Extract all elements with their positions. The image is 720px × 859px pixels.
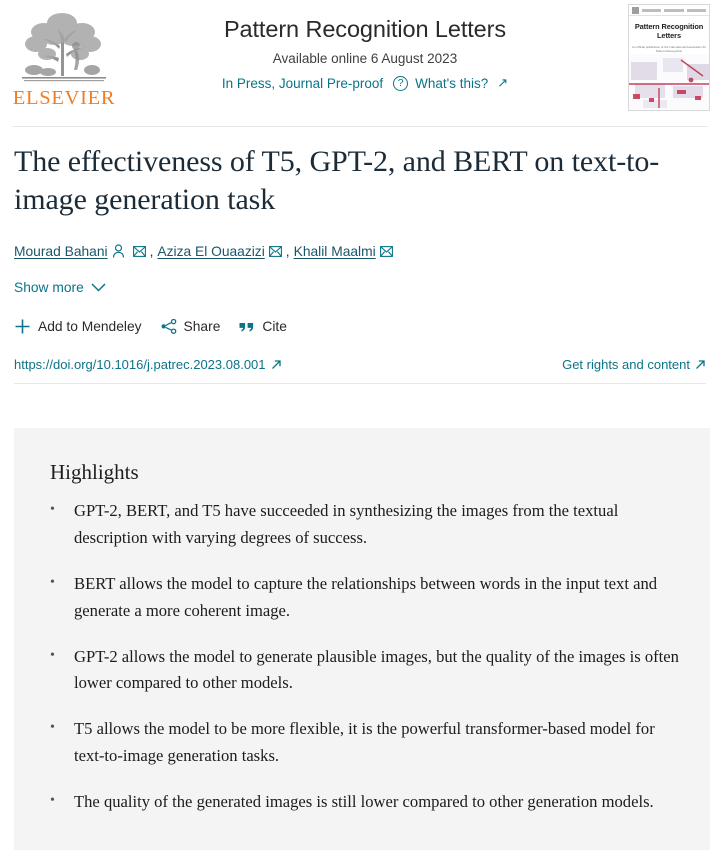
highlights-heading: Highlights [50, 460, 139, 484]
highlight-text: GPT-2, BERT, and T5 have succeeded in sy… [74, 501, 619, 547]
journal-title: Pattern Recognition Letters [223, 16, 507, 42]
cover-title-line-2: Letters [657, 30, 681, 40]
chevron-down-icon [91, 280, 106, 295]
share-button[interactable]: Share [161, 318, 221, 334]
masthead-divider [12, 126, 708, 127]
cover-rule-1 [642, 8, 662, 12]
author-separator-1: , [285, 243, 290, 259]
author-email-icon-2[interactable] [379, 245, 393, 257]
cover-artwork-image [629, 54, 709, 110]
add-to-mendeley-button[interactable]: Add to Mendeley [14, 318, 142, 335]
highlight-text: BERT allows the model to capture the rel… [74, 573, 658, 620]
author-link-0[interactable]: Mourad Bahani [14, 242, 108, 261]
cover-artwork [629, 54, 709, 110]
author-email-icon-1[interactable] [268, 245, 282, 257]
external-link-icon [696, 360, 705, 369]
cover-logo-square [632, 6, 639, 14]
highlight-text: GPT-2 allows the model to generate plaus… [74, 646, 679, 693]
cover-subtitle: An official publication of the Internati… [631, 45, 707, 54]
bullet-icon: • [50, 720, 55, 736]
journal-info: Pattern Recognition Letters Available on… [130, 16, 600, 91]
highlight-text: T5 allows the model to be more flexible,… [74, 719, 655, 766]
author-profile-icon[interactable] [112, 244, 125, 258]
cover-rule-3 [686, 8, 706, 12]
envelope-icon [268, 245, 282, 257]
available-online-date: Available online 6 August 2023 [272, 51, 458, 67]
bullet-icon: • [50, 574, 55, 590]
share-label: Share [183, 318, 221, 334]
cover-rule-2 [664, 8, 684, 12]
elsevier-logo[interactable]: ELSEVIER [10, 4, 118, 108]
bullet-icon: • [50, 502, 55, 517]
article-header: The effectiveness of T5, GPT-2, and BERT… [0, 143, 720, 384]
quote-icon [239, 322, 254, 332]
external-link-icon: ↗ [497, 75, 509, 91]
highlights-list: • GPT-2, BERT, and T5 have succeeded in … [50, 498, 686, 816]
envelope-icon [132, 245, 146, 257]
journal-cover-thumbnail[interactable]: Pattern Recognition Letters An official … [628, 4, 710, 111]
bullet-icon: • [50, 793, 55, 808]
list-item: • GPT-2 allows the model to generate pla… [50, 644, 686, 698]
author-link-1[interactable]: Aziza El Ouaazizi [157, 242, 264, 261]
doi-and-rights-row: https://doi.org/10.1016/j.patrec.2023.08… [14, 357, 706, 372]
press-status-label[interactable]: In Press, Journal Pre-proof [222, 76, 383, 91]
list-item: • BERT allows the model to capture the r… [50, 571, 686, 625]
person-icon [112, 244, 124, 258]
add-to-mendeley-label: Add to Mendeley [38, 318, 142, 334]
author-separator-0: , [149, 243, 154, 259]
bullet-icon: • [50, 647, 55, 663]
author-email-icon-0[interactable] [132, 245, 146, 257]
list-item: • GPT-2, BERT, and T5 have succeeded in … [50, 498, 686, 552]
doi-text: https://doi.org/10.1016/j.patrec.2023.08… [14, 356, 266, 372]
journal-masthead: ELSEVIER Pattern Recognition Letters Ava… [0, 0, 720, 126]
list-item: • The quality of the generated images is… [50, 789, 686, 816]
elsevier-tree-icon [22, 12, 106, 81]
article-header-divider [14, 382, 706, 384]
chevron-down-glyph [91, 283, 106, 292]
cover-header-strip [629, 5, 709, 16]
external-link-icon [271, 360, 281, 369]
list-item: • T5 allows the model to be more flexibl… [50, 716, 686, 770]
share-icon [161, 318, 176, 334]
cite-button[interactable]: Cite [239, 319, 287, 334]
author-list: Mourad Bahani , Aziza El Ouaazizi , Khal… [14, 242, 706, 261]
doi-link[interactable]: https://doi.org/10.1016/j.patrec.2023.08… [14, 357, 282, 372]
highlight-text: The quality of the generated images is s… [74, 792, 654, 811]
get-rights-and-content-link[interactable]: Get rights and content [562, 357, 706, 372]
rights-text: Get rights and content [562, 356, 690, 372]
page-title: The effectiveness of T5, GPT-2, and BERT… [14, 145, 660, 216]
author-link-2[interactable]: Khalil Maalmi [294, 242, 376, 261]
press-status-row: In Press, Journal Pre-proof ? What's thi… [130, 75, 600, 91]
help-question-icon[interactable]: ? [393, 75, 409, 91]
cite-label: Cite [262, 318, 287, 334]
show-more-label: Show more [14, 279, 84, 295]
show-more-button[interactable]: Show more [14, 280, 106, 295]
highlights-panel: Highlights • GPT-2, BERT, and T5 have su… [14, 428, 710, 850]
article-actions: Add to Mendeley Share Cite [14, 318, 706, 335]
envelope-icon [379, 245, 393, 257]
elsevier-wordmark: ELSEVIER [12, 86, 116, 109]
whats-this-link[interactable]: What's this? [415, 76, 488, 91]
plus-icon [15, 319, 30, 334]
